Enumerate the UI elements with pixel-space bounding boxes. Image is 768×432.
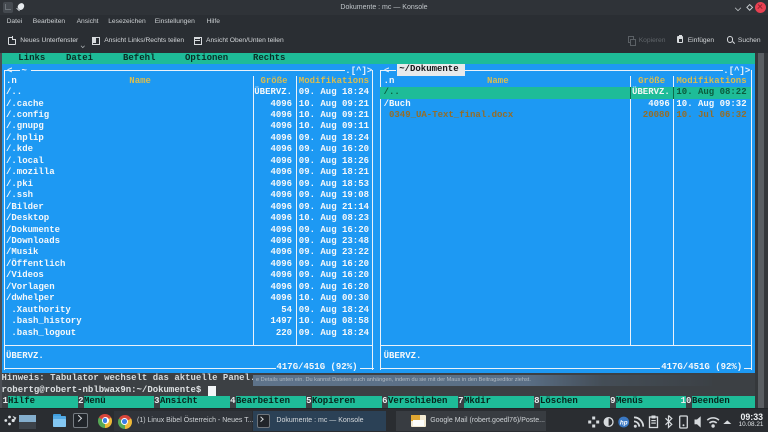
svg-text:hp: hp — [620, 419, 628, 426]
